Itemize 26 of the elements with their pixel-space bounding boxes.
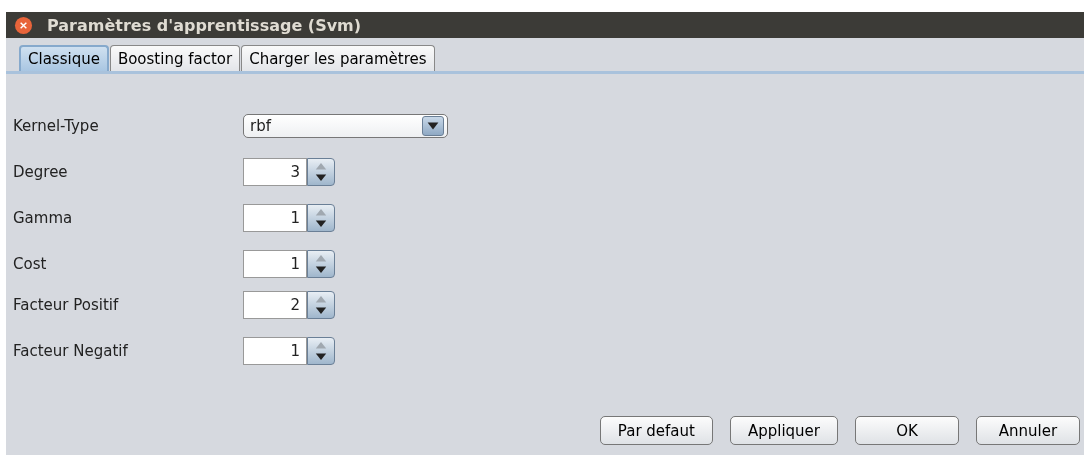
number-field[interactable]: 1 (243, 204, 307, 232)
close-icon[interactable] (14, 15, 33, 35)
dialog-button[interactable]: OK (855, 416, 959, 445)
spinner-arrows-icon[interactable] (307, 250, 335, 278)
window-title: Paramètres d'apprentissage (Svm) (47, 15, 362, 35)
spinner-arrows-icon[interactable] (307, 158, 335, 186)
spinner-arrows-icon[interactable] (307, 337, 335, 365)
tab[interactable]: Classique (19, 45, 109, 71)
spinner-arrows-icon[interactable] (307, 291, 335, 319)
field-label: Facteur Positif (13, 296, 120, 314)
number-field[interactable]: 3 (243, 158, 307, 186)
tab[interactable]: Boosting factor (109, 45, 241, 71)
dropdown[interactable]: rbf (243, 114, 448, 138)
number-field[interactable]: 1 (243, 250, 307, 278)
dialog-button[interactable]: Appliquer (729, 416, 838, 445)
tab[interactable]: Charger les paramètres (241, 45, 435, 71)
field-label: Facteur Negatif (13, 342, 129, 360)
field-label: Cost (13, 255, 48, 273)
field-label: Degree (13, 163, 69, 181)
number-field[interactable]: 1 (243, 337, 307, 365)
number-field[interactable]: 2 (243, 291, 307, 319)
spinner-arrows-icon[interactable] (307, 204, 335, 232)
dialog-button[interactable]: Annuler (976, 416, 1080, 445)
field-label: Kernel-Type (13, 117, 100, 135)
field-label: Gamma (13, 209, 74, 227)
dialog-button[interactable]: Par defaut (599, 416, 713, 445)
